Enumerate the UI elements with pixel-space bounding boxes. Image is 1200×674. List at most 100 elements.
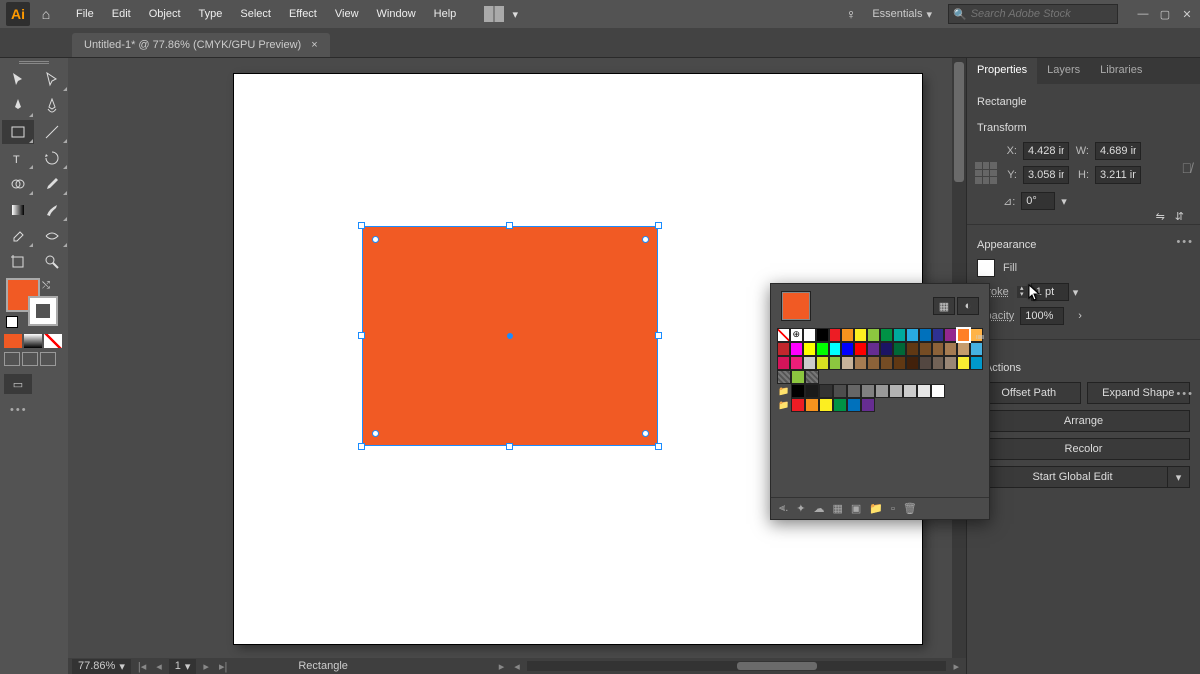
tips-icon[interactable]: ♀ xyxy=(846,6,857,22)
selection-handle[interactable] xyxy=(358,222,365,229)
swatch[interactable] xyxy=(893,328,906,342)
swatch[interactable] xyxy=(829,356,842,370)
swatch[interactable] xyxy=(777,328,790,342)
swatch[interactable] xyxy=(919,356,932,370)
h-input[interactable] xyxy=(1095,166,1141,184)
reference-point[interactable] xyxy=(975,162,997,184)
paintbrush-tool[interactable] xyxy=(36,198,68,222)
swatch[interactable] xyxy=(906,342,919,356)
first-artboard-icon[interactable]: |◂ xyxy=(135,660,149,673)
hscroll-right-icon[interactable]: ◂ xyxy=(511,660,523,673)
selection-handle[interactable] xyxy=(655,443,662,450)
swatch[interactable] xyxy=(867,328,880,342)
link-wh-icon[interactable]: ⛓̸ xyxy=(1182,160,1193,176)
swatch[interactable] xyxy=(829,342,842,356)
swatch[interactable] xyxy=(819,384,833,398)
swatch[interactable] xyxy=(847,384,861,398)
arrange-documents-icon[interactable] xyxy=(484,6,504,22)
swatch[interactable] xyxy=(944,342,957,356)
swatch[interactable] xyxy=(880,328,893,342)
show-kinds-icon[interactable]: ✦ xyxy=(796,502,805,515)
fill-stroke-control[interactable]: ⤭ xyxy=(0,276,68,334)
swatch[interactable] xyxy=(777,342,790,356)
swatch-options-icon[interactable]: ☁ xyxy=(813,502,824,515)
break-link-icon[interactable]: ▫ xyxy=(891,503,895,515)
draw-behind[interactable] xyxy=(22,352,38,366)
panel-grip[interactable] xyxy=(0,58,68,66)
color-mode-solid[interactable] xyxy=(4,334,22,348)
search-stock-field[interactable]: 🔍 xyxy=(948,4,1118,24)
swatch[interactable]: ⊕ xyxy=(790,328,803,342)
color-themes-icon[interactable]: ◐ xyxy=(957,297,979,315)
swatch[interactable] xyxy=(854,328,867,342)
swatch[interactable] xyxy=(816,328,829,342)
line-tool[interactable] xyxy=(36,120,68,144)
x-input[interactable] xyxy=(1023,142,1069,160)
delete-swatch-icon[interactable]: 🗑 xyxy=(903,502,917,515)
search-stock-input[interactable] xyxy=(971,8,1113,20)
menu-file[interactable]: File xyxy=(68,4,102,24)
rectangle-tool[interactable] xyxy=(2,120,34,144)
flip-horizontal-icon[interactable]: ⇋ xyxy=(1156,210,1165,223)
swatch[interactable] xyxy=(919,342,932,356)
opacity-input[interactable] xyxy=(1020,307,1064,325)
menu-window[interactable]: Window xyxy=(369,4,424,24)
chevron-down-icon[interactable]: ▾ xyxy=(508,8,522,21)
swatch[interactable] xyxy=(957,328,970,342)
swap-fill-stroke-icon[interactable]: ⤭ xyxy=(42,280,50,291)
swatch[interactable] xyxy=(880,356,893,370)
zoom-dropdown[interactable]: 77.86%▾ xyxy=(72,659,131,674)
menu-edit[interactable]: Edit xyxy=(104,4,139,24)
eraser-tool[interactable] xyxy=(2,224,34,248)
artboard-nav[interactable]: 1▾ xyxy=(169,659,197,674)
next-artboard-icon[interactable]: ▸ xyxy=(200,660,212,673)
swatch-libraries-icon[interactable]: ⫷. xyxy=(779,502,788,515)
swatch[interactable] xyxy=(790,342,803,356)
swatch[interactable] xyxy=(854,356,867,370)
list-options-icon[interactable]: ≔ xyxy=(975,332,985,343)
close-tab-icon[interactable]: × xyxy=(311,39,317,51)
swatch[interactable] xyxy=(805,384,819,398)
swatch[interactable] xyxy=(791,384,805,398)
swatch[interactable] xyxy=(803,356,816,370)
default-fill-stroke-icon[interactable] xyxy=(6,316,18,328)
swatch[interactable] xyxy=(906,356,919,370)
draw-inside[interactable] xyxy=(40,352,56,366)
corner-widget[interactable] xyxy=(372,236,379,243)
y-input[interactable] xyxy=(1023,166,1069,184)
hscroll-left-icon[interactable]: ▸ xyxy=(496,660,508,673)
swatch[interactable] xyxy=(931,384,945,398)
horizontal-scrollbar[interactable] xyxy=(527,661,947,671)
corner-widget[interactable] xyxy=(642,430,649,437)
expand-shape-button[interactable]: Expand Shape xyxy=(1087,382,1191,404)
swatch[interactable] xyxy=(906,328,919,342)
swatch[interactable] xyxy=(880,342,893,356)
swatch[interactable] xyxy=(847,398,861,412)
swatch[interactable] xyxy=(841,342,854,356)
screen-mode[interactable]: ▭ xyxy=(0,370,68,398)
swatch[interactable] xyxy=(875,384,889,398)
swatch[interactable] xyxy=(944,356,957,370)
selection-handle[interactable] xyxy=(655,222,662,229)
swatch[interactable] xyxy=(932,356,945,370)
scrollbar-thumb[interactable] xyxy=(737,662,817,670)
tab-properties[interactable]: Properties xyxy=(967,58,1037,84)
chevron-right-icon[interactable]: › xyxy=(1078,310,1082,322)
more-options-icon[interactable]: ••• xyxy=(1176,236,1194,248)
swatch[interactable] xyxy=(803,328,816,342)
scrollbar-thumb[interactable] xyxy=(954,62,964,182)
swatch[interactable] xyxy=(919,328,932,342)
selection-handle[interactable] xyxy=(506,443,513,450)
selection-handle[interactable] xyxy=(506,222,513,229)
close-icon[interactable]: ✕ xyxy=(1180,8,1194,21)
fill-color-swatch[interactable] xyxy=(977,259,995,277)
folder-icon[interactable]: 📁 xyxy=(777,398,791,412)
pen-tool[interactable] xyxy=(2,94,34,118)
arrange-button[interactable]: Arrange xyxy=(977,410,1190,432)
menu-view[interactable]: View xyxy=(327,4,367,24)
swatch[interactable] xyxy=(854,342,867,356)
maximize-icon[interactable]: ▢ xyxy=(1158,8,1172,21)
swatch[interactable] xyxy=(889,384,903,398)
swatch[interactable] xyxy=(957,342,970,356)
shape-builder-tool[interactable] xyxy=(2,172,34,196)
